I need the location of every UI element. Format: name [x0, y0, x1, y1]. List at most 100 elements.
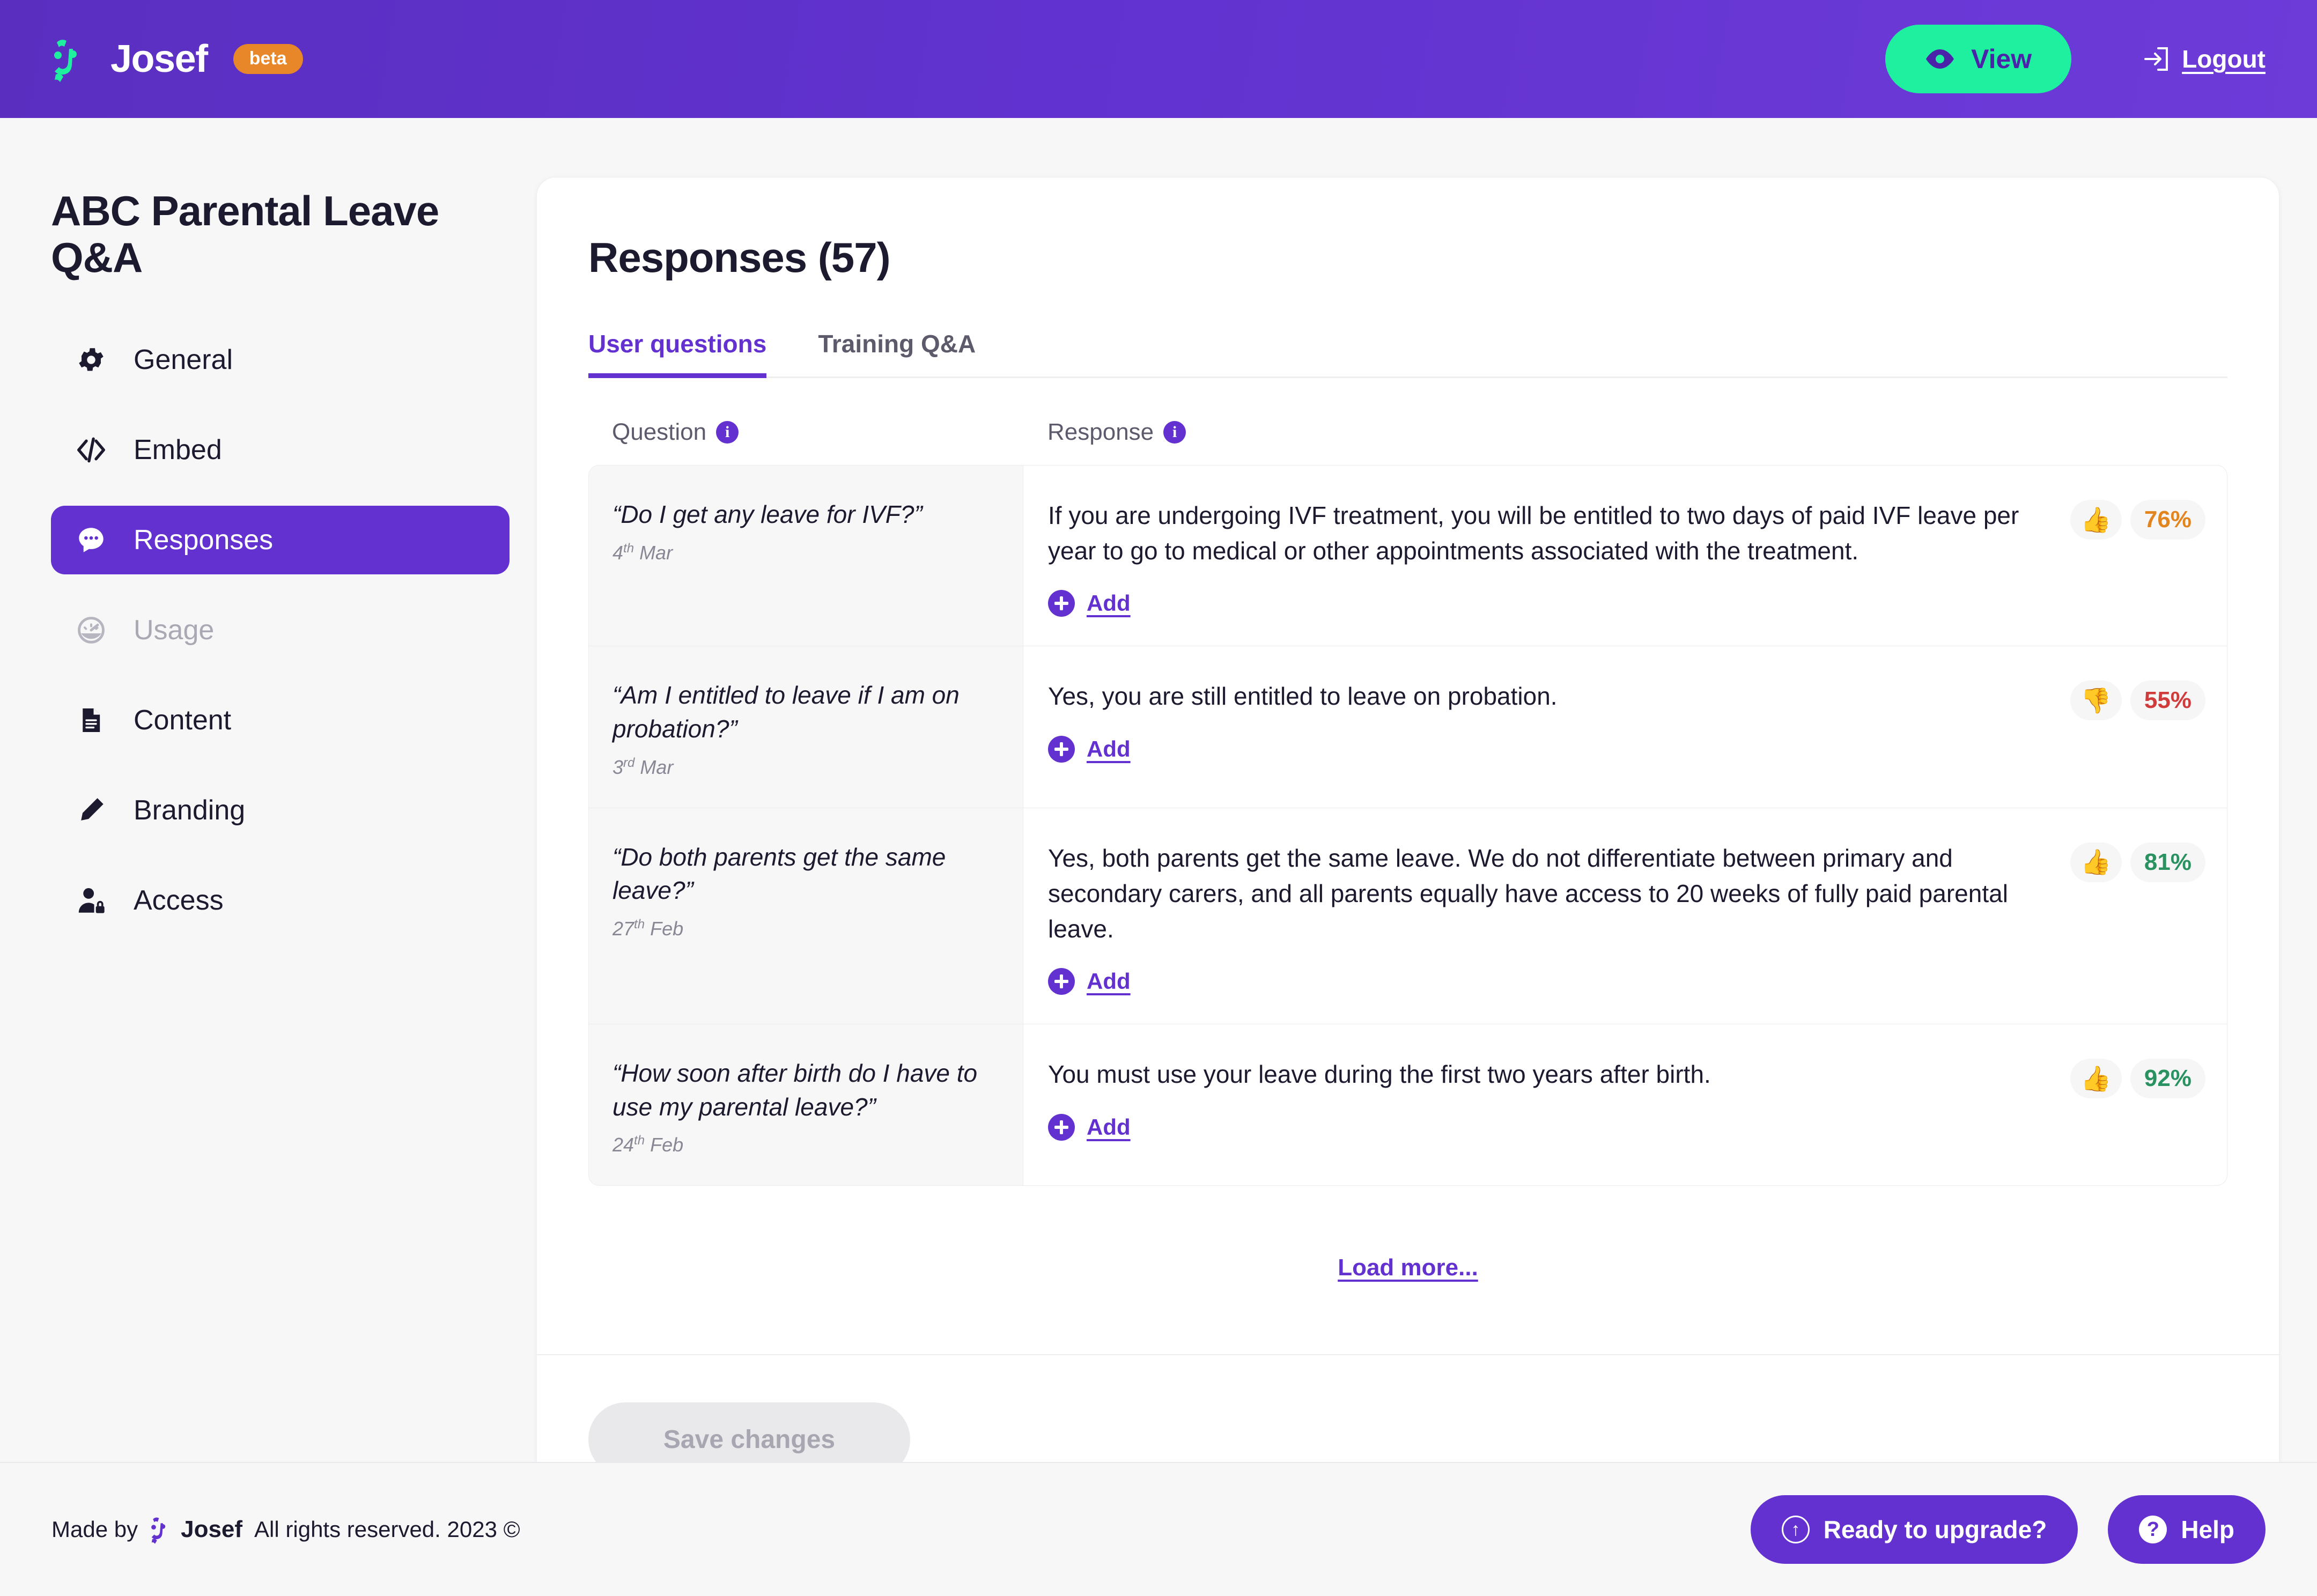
- thumbs-up-icon[interactable]: 👍: [2070, 1059, 2122, 1099]
- rating-group: 👍 92%: [2070, 1056, 2205, 1156]
- question-text: “Do I get any leave for IVF?”: [613, 500, 923, 528]
- response-body: Yes, you are still entitled to leave on …: [1048, 678, 2070, 778]
- user-lock-icon: [75, 884, 108, 917]
- add-response-button[interactable]: Add: [1048, 1113, 1131, 1141]
- logout-icon: [2144, 47, 2168, 71]
- thumbs-up-icon[interactable]: 👍: [2070, 500, 2122, 540]
- date-day: 24: [613, 1134, 634, 1156]
- response-cell: If you are undergoing IVF treatment, you…: [1023, 466, 2227, 646]
- sidebar-item-label: Usage: [134, 614, 215, 646]
- question-date: 3rd Mar: [613, 756, 994, 779]
- question-cell: “Do I get any leave for IVF?” 4th Mar: [589, 466, 1023, 646]
- sidebar-item-responses[interactable]: Responses: [51, 505, 510, 574]
- tab-training-qa[interactable]: Training Q&A: [818, 329, 976, 378]
- response-cell: Yes, both parents get the same leave. We…: [1023, 808, 2227, 1024]
- sidebar-item-label: Content: [134, 704, 232, 736]
- add-response-button[interactable]: Add: [1048, 968, 1131, 995]
- add-label: Add: [1087, 736, 1131, 762]
- question-text: “Am I entitled to leave if I am on proba…: [613, 681, 960, 743]
- question-date: 27th Feb: [613, 917, 994, 940]
- add-label: Add: [1087, 1114, 1131, 1140]
- logout-button[interactable]: Logout: [2142, 45, 2266, 73]
- response-text: If you are undergoing IVF treatment, you…: [1048, 501, 2019, 565]
- top-bar: Josef beta View Logout: [0, 0, 2317, 118]
- response-text: Yes, you are still entitled to leave on …: [1048, 682, 1558, 711]
- thumbs-up-icon[interactable]: 👍: [2070, 842, 2122, 882]
- responses-card: Responses (57) User questions Training Q…: [536, 177, 2279, 1532]
- date-day: 3: [613, 756, 624, 778]
- response-text: Yes, both parents get the same leave. We…: [1048, 844, 2008, 943]
- table-row[interactable]: “Do I get any leave for IVF?” 4th Mar If…: [589, 466, 2227, 647]
- page-title: ABC Parental Leave Q&A: [51, 187, 439, 282]
- sidebar-item-label: Responses: [134, 524, 274, 556]
- response-cell: You must use your leave during the first…: [1023, 1024, 2227, 1185]
- rating-group: 👍 76%: [2070, 498, 2205, 617]
- plus-circle-icon: [1048, 735, 1075, 763]
- question-text: “How soon after birth do I have to use m…: [613, 1059, 978, 1121]
- status-badge: 76%: [2130, 500, 2205, 540]
- sidebar: ABC Parental Leave Q&A General Embed Res…: [0, 118, 536, 956]
- question-cell: “How soon after birth do I have to use m…: [589, 1024, 1023, 1186]
- rating-group: 👍 81%: [2070, 840, 2205, 995]
- footer-actions: ↑ Ready to upgrade? ? Help: [1750, 1495, 2266, 1564]
- column-header-question: Question i: [588, 419, 1023, 446]
- status-badge: 92%: [2130, 1059, 2205, 1099]
- beta-badge: beta: [233, 44, 303, 74]
- brand-logo[interactable]: Josef beta: [51, 36, 303, 82]
- pencil-icon: [75, 794, 108, 827]
- chat-icon: [75, 523, 108, 557]
- status-badge: 81%: [2130, 842, 2205, 882]
- card-title: Responses (57): [588, 234, 891, 281]
- upgrade-label: Ready to upgrade?: [1823, 1516, 2047, 1543]
- logout-label: Logout: [2182, 45, 2266, 73]
- sidebar-item-usage[interactable]: Usage: [51, 596, 510, 664]
- add-label: Add: [1087, 590, 1131, 616]
- load-more-wrap: Load more...: [588, 1186, 2227, 1354]
- table-row[interactable]: “Am I entitled to leave if I am on proba…: [589, 646, 2227, 808]
- top-bar-actions: View Logout: [1885, 25, 2266, 93]
- response-body: Yes, both parents get the same leave. We…: [1048, 840, 2070, 995]
- thumbs-down-icon[interactable]: 👎: [2070, 681, 2122, 721]
- eye-icon: [1926, 49, 1954, 69]
- question-text: “Do both parents get the same leave?”: [613, 843, 946, 905]
- load-more-link[interactable]: Load more...: [1338, 1254, 1478, 1281]
- date-suffix: rd: [623, 755, 635, 770]
- sidebar-item-general[interactable]: General: [51, 326, 510, 394]
- response-text: You must use your leave during the first…: [1048, 1060, 1711, 1089]
- plus-circle-icon: [1048, 1113, 1075, 1141]
- date-suffix: th: [623, 541, 634, 556]
- table-row[interactable]: “Do both parents get the same leave?” 27…: [589, 808, 2227, 1025]
- date-day: 4: [613, 541, 624, 564]
- table-row[interactable]: “How soon after birth do I have to use m…: [589, 1024, 2227, 1186]
- view-button[interactable]: View: [1885, 25, 2072, 93]
- table-column-headers: Question i Response i: [588, 378, 2227, 465]
- help-button[interactable]: ? Help: [2108, 1495, 2266, 1564]
- column-header-question-label: Question: [612, 419, 707, 445]
- gauge-icon: [75, 614, 108, 647]
- sidebar-nav: General Embed Responses Usage Content Br…: [51, 326, 510, 956]
- response-cell: Yes, you are still entitled to leave on …: [1023, 646, 2227, 807]
- sidebar-item-access[interactable]: Access: [51, 866, 510, 935]
- date-month: Feb: [650, 1134, 684, 1156]
- upgrade-button[interactable]: ↑ Ready to upgrade?: [1750, 1495, 2078, 1564]
- tab-bar: User questions Training Q&A: [588, 329, 2227, 378]
- rating-group: 👎 55%: [2070, 678, 2205, 778]
- add-response-button[interactable]: Add: [1048, 590, 1131, 617]
- responses-table-wrap: Question i Response i “Do I get any leav…: [537, 378, 2279, 1354]
- tab-user-questions[interactable]: User questions: [588, 329, 767, 378]
- josef-smiley-icon: [54, 40, 77, 82]
- sidebar-item-embed[interactable]: Embed: [51, 416, 510, 484]
- gear-icon: [75, 343, 108, 376]
- info-icon[interactable]: i: [716, 421, 739, 444]
- column-header-response: Response i: [1023, 419, 2227, 446]
- responses-table: “Do I get any leave for IVF?” 4th Mar If…: [588, 465, 2227, 1186]
- sidebar-item-content[interactable]: Content: [51, 686, 510, 755]
- view-button-label: View: [1971, 44, 2032, 74]
- question-cell: “Am I entitled to leave if I am on proba…: [589, 646, 1023, 808]
- add-response-button[interactable]: Add: [1048, 735, 1131, 763]
- code-icon: [75, 433, 108, 467]
- info-icon[interactable]: i: [1163, 421, 1186, 444]
- sidebar-item-label: Embed: [134, 434, 222, 466]
- sidebar-item-branding[interactable]: Branding: [51, 776, 510, 845]
- question-mark-icon: ?: [2139, 1516, 2167, 1543]
